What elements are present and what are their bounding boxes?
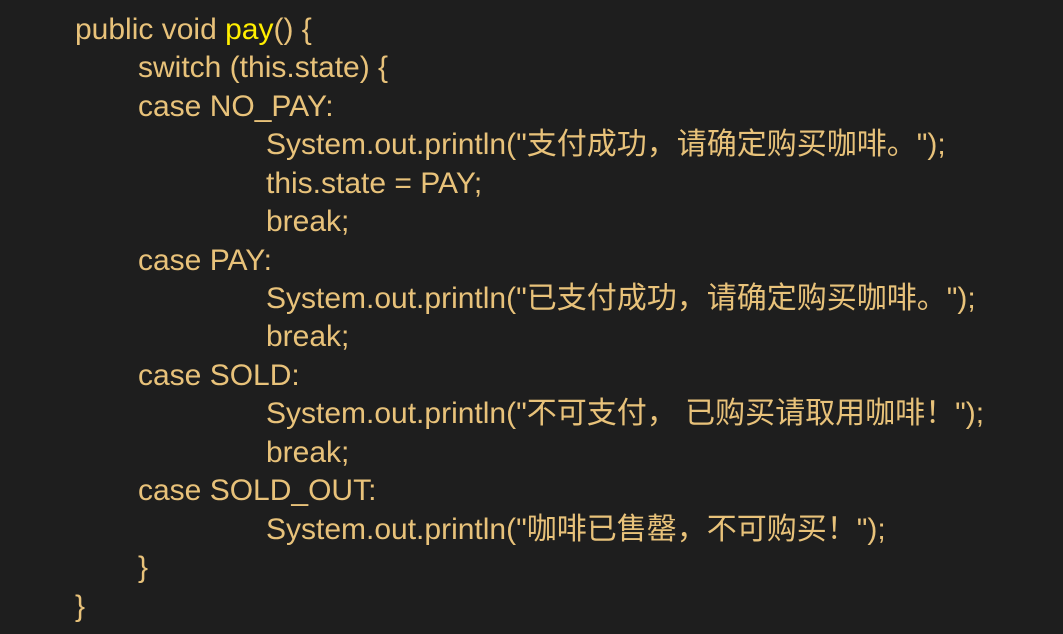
method-modifiers: public void (75, 13, 226, 46)
break-line: break; (266, 320, 350, 353)
break-line: break; (266, 436, 350, 469)
break-line: break; (266, 205, 350, 238)
code-editor: public void pay() { switch (this.state) … (0, 0, 1063, 634)
case-pay-line: case PAY: (138, 244, 272, 277)
method-signature-line: public void pay() { (75, 11, 312, 49)
println-line: System.out.println("不可支付， 已购买请取用咖啡！"); (266, 397, 985, 430)
switch-statement-line: switch (this.state) { (138, 51, 389, 84)
case-sold-line: case SOLD: (138, 359, 300, 392)
method-params: () { (273, 13, 312, 46)
println-line: System.out.println("咖啡已售罄，不可购买！"); (266, 513, 886, 546)
switch-close-brace: } (138, 551, 149, 584)
assignment-line: this.state = PAY; (266, 167, 483, 200)
case-sold-out-line: case SOLD_OUT: (138, 474, 377, 507)
println-line: System.out.println("支付成功，请确定购买咖啡。"); (266, 128, 946, 161)
println-line: System.out.println("已支付成功，请确定购买咖啡。"); (266, 282, 976, 315)
case-no-pay-line: case NO_PAY: (138, 90, 334, 123)
method-close-brace: } (75, 590, 86, 623)
method-name: pay (225, 13, 274, 46)
